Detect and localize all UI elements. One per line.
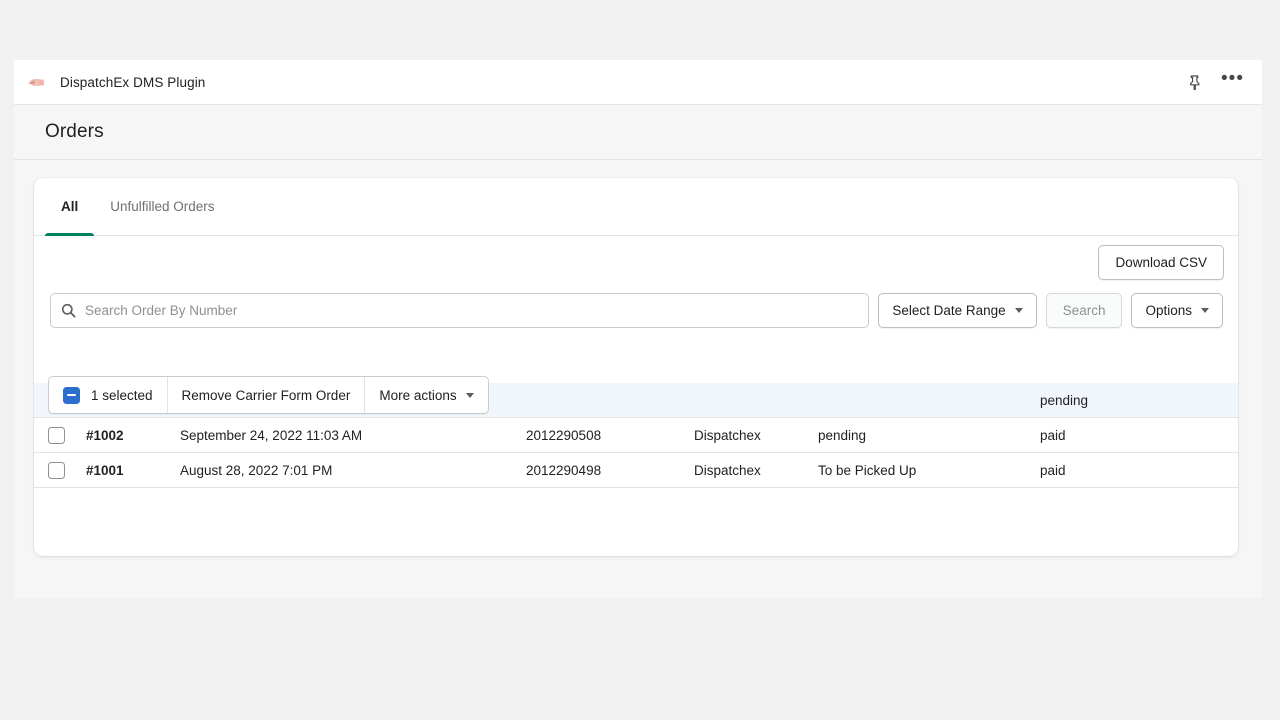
more-actions-label: More actions (379, 388, 456, 403)
tab-unfulfilled-orders-label: Unfulfilled Orders (110, 199, 214, 214)
row-checkbox-cell (48, 462, 86, 479)
selection-toolbar: 1 selected Remove Carrier Form Order Mor… (48, 376, 489, 414)
tab-all[interactable]: All (45, 178, 94, 235)
select-all-cell[interactable]: 1 selected (49, 377, 167, 413)
payment-status: paid (1040, 463, 1238, 478)
titlebar: DispatchEx DMS Plugin ••• (14, 60, 1262, 105)
order-date: September 24, 2022 11:03 AM (180, 428, 526, 443)
order-date: August 28, 2022 7:01 PM (180, 463, 526, 478)
orders-tabs: All Unfulfilled Orders (34, 178, 1238, 236)
ellipsis-icon[interactable]: ••• (1221, 74, 1244, 90)
app-logo-icon (26, 73, 48, 91)
options-button[interactable]: Options (1131, 293, 1223, 328)
selected-count-label: 1 selected (91, 388, 153, 403)
table-row[interactable]: #1002 September 24, 2022 11:03 AM 201229… (34, 418, 1238, 453)
more-actions-button[interactable]: More actions (364, 377, 487, 413)
page-title: Orders (45, 121, 104, 143)
pin-icon[interactable] (1188, 75, 1201, 90)
app-title: DispatchEx DMS Plugin (60, 75, 205, 90)
select-all-checkbox[interactable] (63, 387, 80, 404)
search-row: Select Date Range Search Options (34, 289, 1238, 331)
search-input[interactable] (85, 303, 858, 318)
csv-row: Download CSV (34, 236, 1238, 289)
tracking-number: 2012290508 (526, 428, 694, 443)
order-number: #1001 (86, 463, 180, 478)
payment-status: paid (1040, 428, 1238, 443)
tab-unfulfilled-orders[interactable]: Unfulfilled Orders (94, 178, 230, 235)
chevron-down-icon (1015, 308, 1023, 313)
tracking-number: 2012290498 (526, 463, 694, 478)
tab-all-label: All (61, 199, 78, 214)
remove-carrier-form-order-label: Remove Carrier Form Order (182, 388, 351, 403)
carrier-name: Dispatchex (694, 428, 818, 443)
table-row[interactable]: #1001 August 28, 2022 7:01 PM 2012290498… (34, 453, 1238, 488)
order-number: #1002 (86, 428, 180, 443)
download-csv-button[interactable]: Download CSV (1098, 245, 1224, 280)
order-status: pending (818, 428, 1040, 443)
row-checkbox[interactable] (48, 462, 65, 479)
select-date-range-button[interactable]: Select Date Range (878, 293, 1036, 328)
chevron-down-icon (466, 393, 474, 398)
payment-status: pending (1040, 393, 1238, 408)
page-header: Orders (14, 105, 1262, 160)
app-window: DispatchEx DMS Plugin ••• Orders All Unf… (14, 60, 1262, 598)
search-icon (61, 303, 76, 318)
select-date-range-label: Select Date Range (892, 303, 1005, 318)
order-status: To be Picked Up (818, 463, 1040, 478)
search-box[interactable] (50, 293, 869, 328)
remove-carrier-form-order-button[interactable]: Remove Carrier Form Order (167, 377, 365, 413)
row-checkbox[interactable] (48, 427, 65, 444)
options-label: Options (1145, 303, 1192, 318)
row-checkbox-cell (48, 427, 86, 444)
carrier-name: Dispatchex (694, 463, 818, 478)
search-button[interactable]: Search (1046, 293, 1123, 328)
chevron-down-icon (1201, 308, 1209, 313)
orders-card: All Unfulfilled Orders Download CSV (34, 178, 1238, 556)
